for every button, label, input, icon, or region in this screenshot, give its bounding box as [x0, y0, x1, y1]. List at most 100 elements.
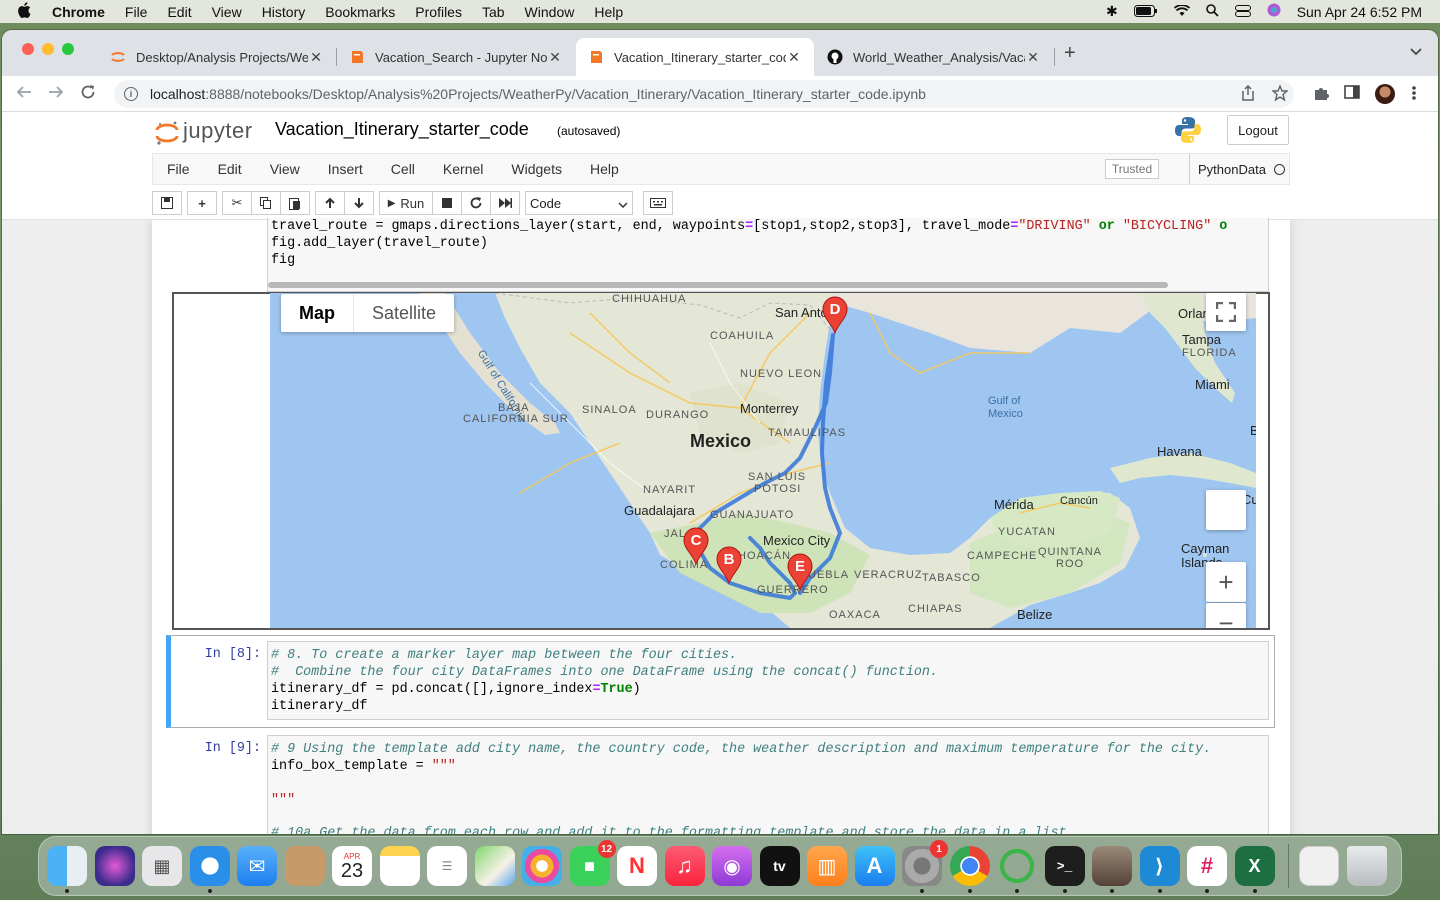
siri-icon[interactable]	[94, 846, 135, 886]
menu-help[interactable]: Help	[594, 4, 623, 20]
menu-history[interactable]: History	[262, 4, 306, 20]
extensions-puzzle-icon[interactable]	[1313, 85, 1329, 105]
menu-profiles[interactable]: Profiles	[415, 4, 462, 20]
tab-analysis-projects[interactable]: Desktop/Analysis Projects/Wea ✕	[98, 38, 336, 76]
tab-github-repo[interactable]: World_Weather_Analysis/Vaca ✕	[815, 38, 1053, 76]
paste-clipboard-icon[interactable]	[280, 191, 310, 215]
jmenu-help[interactable]: Help	[576, 161, 633, 177]
jmenu-insert[interactable]: Insert	[314, 161, 377, 177]
tab-vacation-search[interactable]: Vacation_Search - Jupyter Not ✕	[337, 38, 575, 76]
map-type-satellite-button[interactable]: Satellite	[354, 294, 454, 332]
apple-menu-icon[interactable]	[18, 1, 34, 22]
calendar-icon[interactable]: APR 23	[332, 846, 372, 886]
map-type-map-button[interactable]: Map	[281, 294, 354, 332]
menu-window[interactable]: Window	[525, 4, 575, 20]
share-icon[interactable]	[1241, 84, 1255, 105]
close-tab-icon[interactable]: ✕	[786, 49, 802, 66]
street-view-pegman-icon[interactable]	[1206, 490, 1246, 530]
menu-file[interactable]: File	[125, 4, 148, 20]
zoom-window-button[interactable]	[62, 43, 74, 55]
finder-icon[interactable]	[47, 846, 87, 893]
close-tab-icon[interactable]: ✕	[1025, 49, 1041, 66]
map-marker-c[interactable]: C	[683, 527, 709, 565]
launchpad-icon[interactable]: ▦	[142, 846, 182, 886]
move-up-arrow-icon[interactable]	[315, 191, 345, 215]
logout-button[interactable]: Logout	[1227, 115, 1289, 145]
profile-avatar[interactable]	[1375, 84, 1395, 104]
photos-icon[interactable]	[522, 846, 562, 886]
menu-tab[interactable]: Tab	[482, 4, 505, 20]
chrome-icon[interactable]	[949, 846, 990, 893]
copy-icon[interactable]	[251, 191, 281, 215]
move-down-arrow-icon[interactable]	[344, 191, 374, 215]
more-menu-icon[interactable]	[1412, 85, 1416, 105]
podcasts-icon[interactable]: ◉	[712, 846, 752, 886]
zoom-out-icon[interactable]: −	[1206, 603, 1246, 628]
run-button[interactable]: ▶ Run	[379, 191, 433, 215]
chevron-down-icon[interactable]	[1410, 45, 1422, 59]
preview-icon[interactable]	[1092, 846, 1132, 893]
cell-type-select[interactable]: Code	[525, 191, 633, 215]
terminal-icon[interactable]: >_	[1044, 846, 1085, 893]
siri-icon[interactable]	[1267, 3, 1281, 20]
horizontal-scrollbar[interactable]	[268, 282, 1168, 288]
map-marker-e[interactable]: E	[787, 553, 813, 591]
excel-icon[interactable]: X	[1234, 846, 1275, 893]
facetime-icon[interactable]: ■ 12	[569, 840, 616, 886]
close-tab-icon[interactable]: ✕	[308, 49, 324, 66]
app-menu-chrome[interactable]: Chrome	[52, 4, 105, 20]
menu-view[interactable]: View	[212, 4, 242, 20]
slack-icon[interactable]: #	[1187, 846, 1227, 893]
save-icon[interactable]	[152, 191, 182, 215]
anaconda-icon[interactable]	[997, 846, 1037, 893]
contacts-icon[interactable]	[284, 846, 325, 886]
vscode-icon[interactable]: ⟩	[1139, 846, 1180, 893]
jupyter-logo[interactable]: jupyter	[155, 118, 253, 145]
keyboard-shortcuts-icon[interactable]	[643, 191, 673, 215]
music-icon[interactable]: ♫	[664, 846, 705, 886]
notebook-title[interactable]: Vacation_Itinerary_starter_code	[275, 119, 529, 140]
downloads-stack-icon[interactable]	[1299, 846, 1339, 886]
books-icon[interactable]: ▥	[807, 846, 847, 886]
jmenu-view[interactable]: View	[256, 161, 314, 177]
jmenu-widgets[interactable]: Widgets	[497, 161, 576, 177]
minimize-window-button[interactable]	[42, 43, 54, 55]
notes-icon[interactable]	[379, 846, 420, 886]
fullscreen-icon[interactable]	[1206, 293, 1246, 331]
close-tab-icon[interactable]: ✕	[547, 49, 563, 66]
menubar-clock[interactable]: Sun Apr 24 6:52 PM	[1297, 4, 1422, 20]
zoom-in-icon[interactable]: +	[1206, 562, 1246, 602]
interrupt-stop-icon[interactable]	[432, 191, 462, 215]
map-marker-d[interactable]: D	[822, 296, 848, 334]
cut-scissors-icon[interactable]: ✂	[222, 191, 252, 215]
restart-icon[interactable]	[461, 191, 491, 215]
bookmark-star-icon[interactable]	[1271, 84, 1289, 105]
map-canvas[interactable]	[270, 293, 1256, 628]
jmenu-edit[interactable]: Edit	[204, 161, 256, 177]
battery-icon[interactable]	[1133, 4, 1158, 20]
bluetooth-icon[interactable]: ✱	[1106, 3, 1118, 20]
spotlight-search-icon[interactable]	[1205, 3, 1219, 20]
fast-forward-icon[interactable]	[490, 191, 520, 215]
reload-icon[interactable]	[80, 84, 96, 105]
trash-icon[interactable]	[1346, 846, 1387, 886]
site-info-icon[interactable]: i	[124, 87, 138, 101]
wifi-icon[interactable]	[1173, 3, 1190, 20]
menu-edit[interactable]: Edit	[167, 4, 191, 20]
reminders-icon[interactable]: ☰	[427, 846, 467, 886]
system-preferences-icon[interactable]: 1	[902, 840, 948, 893]
trusted-indicator[interactable]: Trusted	[1105, 159, 1159, 179]
maps-icon[interactable]	[474, 846, 515, 886]
insert-cell-plus-icon[interactable]: +	[187, 191, 217, 215]
kernel-name[interactable]: PythonData	[1198, 162, 1266, 177]
google-map-widget[interactable]: CHIHUAHUA San Antonio Orlan Tampa FLORID…	[270, 293, 1256, 628]
appstore-icon[interactable]: A	[854, 846, 895, 886]
safari-icon[interactable]	[189, 846, 230, 893]
tab-vacation-itinerary[interactable]: Vacation_Itinerary_starter_cod ✕	[576, 38, 814, 76]
map-marker-b[interactable]: B	[716, 546, 742, 584]
side-panel-icon[interactable]	[1344, 85, 1360, 103]
control-center-icon[interactable]	[1234, 4, 1251, 20]
mail-icon[interactable]: ✉	[237, 846, 277, 886]
jmenu-kernel[interactable]: Kernel	[429, 161, 497, 177]
forward-arrow-icon[interactable]	[48, 84, 64, 105]
